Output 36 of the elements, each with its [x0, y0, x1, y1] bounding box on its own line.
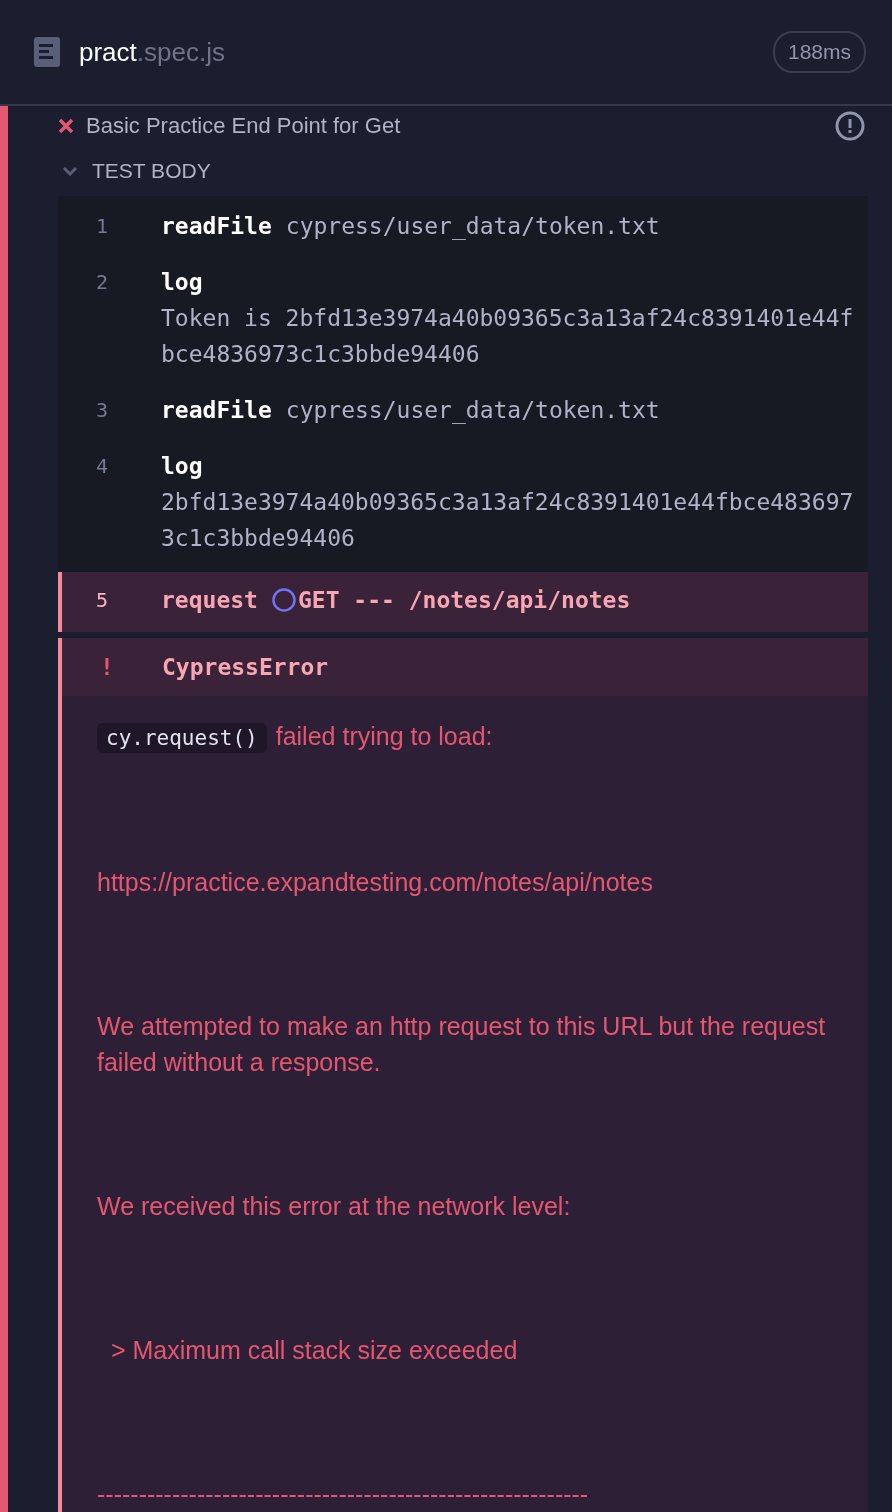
error-text: We attempted to make an http request to this URL but the request failed without a response.	[97, 1011, 827, 1078]
error-text: https://practice.expandtesting.com/notes/api/notes	[97, 867, 654, 898]
command-name: log	[161, 452, 203, 481]
file-icon	[33, 36, 61, 68]
command-row[interactable]: 4 log 2bfd13e3974a40b09365c3a13af24c8391401e44fbce4836973c1c3bbde94406	[58, 444, 868, 572]
command-name: readFile	[161, 396, 272, 425]
command-name: request	[161, 586, 258, 615]
error-divider-text: -----------------------------------------------------------	[97, 1479, 590, 1510]
test-title[interactable]: Basic Practice End Point for Get	[86, 112, 823, 139]
line-number: 2	[95, 269, 110, 296]
command-message: Token is 2bfd13e3974a40b09365c3a13af24c8391401e44fbce4836973c1c3bbde94406	[161, 304, 854, 369]
command-message: GET --- /notes/api/notes	[297, 586, 631, 615]
error-text: > Maximum call stack size exceeded	[109, 1335, 519, 1366]
command-message: cypress/user_data/token.txt	[285, 212, 660, 242]
error-marker: !	[99, 654, 115, 680]
command-name: log	[161, 268, 203, 297]
info-icon[interactable]	[835, 110, 865, 141]
command-name: readFile	[161, 212, 272, 241]
line-number: 4	[95, 453, 110, 480]
command-row[interactable]: 2 log Token is 2bfd13e3974a40b09365c3a13af24c8391401e44fbce4836973c1c3bbde94406	[58, 260, 868, 388]
error-name: CypressError	[162, 654, 329, 680]
command-row[interactable]: 1 readFile cypress/user_data/token.txt	[58, 204, 868, 260]
inline-code: cy.request()	[97, 723, 267, 753]
line-number: 1	[95, 213, 110, 240]
command-row[interactable]: 3 readFile cypress/user_data/token.txt	[58, 388, 868, 444]
chevron-icon[interactable]	[62, 165, 78, 176]
command-row[interactable]: 5 request GET --- /notes/api/notes	[58, 572, 868, 632]
command-message: 2bfd13e3974a40b09365c3a13af24c8391401e44fbce4836973c1c3bbde94406	[161, 488, 854, 553]
error-text: We received this error at the network level:	[97, 1191, 572, 1222]
line-number: 3	[95, 397, 110, 424]
error-text: failed trying to load:	[275, 722, 493, 750]
command-message: cypress/user_data/token.txt	[285, 396, 660, 426]
spec-file-name: pract.spec.js	[79, 36, 226, 68]
section-label[interactable]: TEST BODY	[92, 158, 211, 183]
line-number: 5	[95, 587, 110, 614]
duration-badge: 188ms	[772, 31, 866, 73]
